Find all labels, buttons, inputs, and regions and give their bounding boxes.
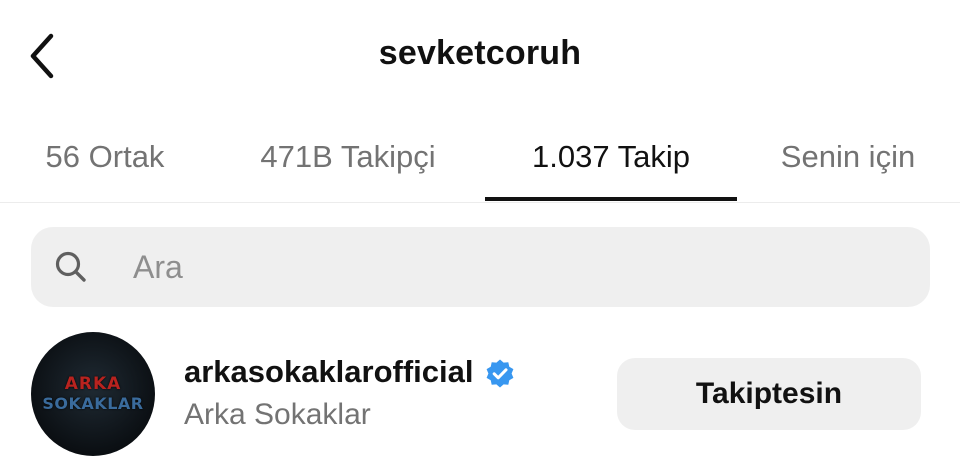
top-bar: sevketcoruh [0, 0, 960, 112]
avatar[interactable]: ARKA SOKAKLAR [31, 332, 155, 456]
tab-for-you[interactable]: Senin için [762, 112, 934, 202]
tab-followers[interactable]: 471B Takipçi [236, 112, 460, 202]
full-name: Arka Sokaklar [184, 398, 371, 431]
username[interactable]: arkasokaklarofficial [184, 354, 474, 390]
page-title: sevketcoruh [378, 34, 582, 72]
tab-bar: 56 Ortak 471B Takipçi 1.037 Takip Senin … [0, 112, 960, 203]
search-bar[interactable] [31, 227, 930, 307]
tab-mutual[interactable]: 56 Ortak [20, 112, 190, 202]
following-button[interactable]: Takiptesin [617, 358, 921, 430]
active-tab-indicator [485, 197, 737, 201]
verified-badge-icon [486, 359, 514, 388]
avatar-logo-text-top: ARKA [64, 374, 122, 394]
avatar-logo-text-bottom: SOKAKLAR [42, 394, 144, 413]
list-item[interactable]: ARKA SOKAKLAR arkasokaklarofficial Arka … [0, 320, 960, 472]
tab-following[interactable]: 1.037 Takip [485, 112, 737, 202]
search-icon [55, 251, 86, 282]
search-input[interactable] [133, 227, 893, 307]
